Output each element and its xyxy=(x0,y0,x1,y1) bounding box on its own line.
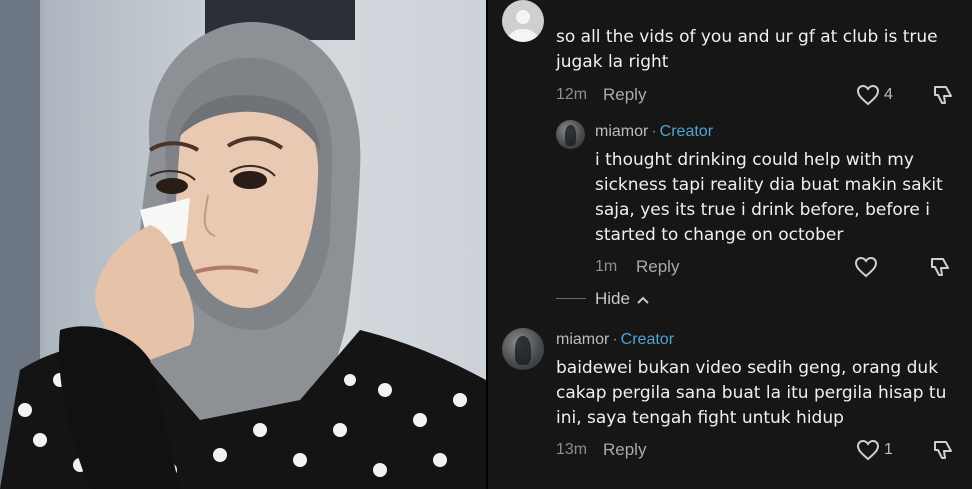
comment-1-like-count: 4 xyxy=(884,86,893,103)
comment-2-text: i thought drinking could help with my si… xyxy=(595,148,965,248)
comment-3-line-1: baidewei bukan video sedih geng, orang d… xyxy=(556,358,939,378)
comment-2-line-3: saja, yes its true i drink before, befor… xyxy=(595,200,930,220)
news-photo xyxy=(0,0,486,489)
comment-2-reply-button[interactable]: Reply xyxy=(636,257,679,277)
dislike-icon[interactable] xyxy=(932,439,954,461)
heart-icon[interactable] xyxy=(856,84,880,106)
chevron-up-icon[interactable] xyxy=(636,295,649,305)
comment-2-author[interactable]: miamor · Creator xyxy=(595,123,713,141)
comment-3-line-3: ini, saya tengah fight untuk hidup xyxy=(556,408,844,428)
heart-icon[interactable] xyxy=(854,256,878,278)
dislike-icon[interactable] xyxy=(929,256,951,278)
hide-button[interactable]: Hide xyxy=(595,289,649,309)
dislike-icon[interactable] xyxy=(932,84,954,106)
comment-1-line-1: so all the vids of you and ur gf at club… xyxy=(556,27,938,47)
comment-3-time: 13m xyxy=(556,441,588,458)
comment-3-text: baidewei bukan video sedih geng, orang d… xyxy=(556,356,966,431)
author-name[interactable]: miamor xyxy=(556,331,609,348)
comment-3-reply-button[interactable]: Reply xyxy=(603,440,646,460)
avatar[interactable] xyxy=(556,120,585,149)
comment-3-line-2: cakap pergila sana buat la itu pergila h… xyxy=(556,383,947,403)
comment-2-line-2: sickness tapi reality dia buat makin sak… xyxy=(595,175,943,195)
avatar[interactable] xyxy=(502,328,544,370)
creator-badge: Creator xyxy=(620,331,675,348)
default-avatar-icon[interactable] xyxy=(502,0,544,42)
comments-panel: so all the vids of you and ur gf at club… xyxy=(486,0,972,489)
comment-2-time: 1m xyxy=(595,258,618,275)
comment-3-author[interactable]: miamor · Creator xyxy=(556,331,674,349)
comment-1-line-2: jugak la right xyxy=(556,52,669,72)
comment-3-like-count: 1 xyxy=(884,441,893,458)
comment-1-time: 12m xyxy=(556,86,588,103)
creator-badge: Creator xyxy=(659,123,714,140)
heart-icon[interactable] xyxy=(856,439,880,461)
hide-divider xyxy=(556,298,586,299)
comment-2-line-4: started to change on october xyxy=(595,225,844,245)
comment-1-reply-button[interactable]: Reply xyxy=(603,85,646,105)
comment-1-text: so all the vids of you and ur gf at club… xyxy=(556,25,956,75)
separator: · xyxy=(651,123,657,140)
comment-2-line-1: i thought drinking could help with my xyxy=(595,150,914,170)
photo-illustration xyxy=(0,0,486,489)
separator: · xyxy=(612,331,618,348)
author-name[interactable]: miamor xyxy=(595,123,648,140)
hide-label[interactable]: Hide xyxy=(595,289,630,308)
